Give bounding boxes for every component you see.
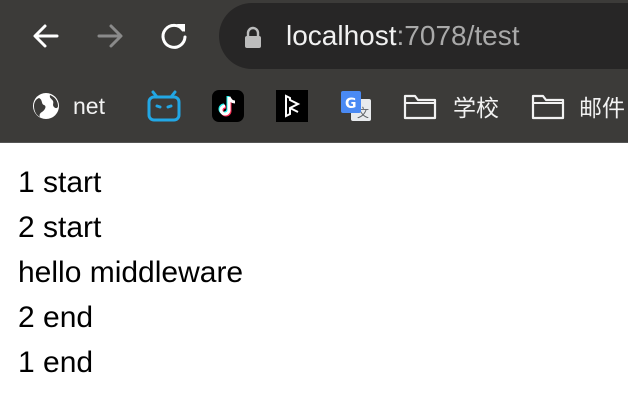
output-line: 2 start: [18, 211, 102, 244]
bookmark-label: 邮件: [579, 95, 625, 121]
reload-icon: [161, 23, 187, 49]
bookmark-label: 学校: [453, 95, 499, 121]
output-line: 2 end: [18, 301, 94, 334]
bookmark-folder-mail[interactable]: 邮件: [531, 90, 625, 122]
url-path: :7078/test: [396, 20, 520, 51]
toolbar-divider: [0, 142, 628, 143]
back-arrow-icon: [33, 24, 59, 48]
bookmarks-bar: net 文 G 学校 邮件: [0, 82, 628, 130]
lock-icon[interactable]: [243, 26, 263, 50]
output-line: 1 end: [18, 346, 94, 379]
output-line: 1 start: [18, 166, 102, 199]
bookmark-label: net: [73, 92, 105, 119]
tiktok-icon: [212, 90, 244, 122]
bookmark-tiktok[interactable]: [212, 90, 244, 122]
url-text[interactable]: localhost:7078/test: [286, 17, 520, 55]
bookmark-net[interactable]: net: [31, 90, 105, 122]
bookmark-folder-school[interactable]: 学校: [403, 90, 499, 122]
bookmark-google-translate[interactable]: 文 G: [339, 90, 373, 122]
bookmark-bilibili[interactable]: [147, 90, 181, 122]
folder-icon: [531, 94, 565, 120]
forward-arrow-icon: [97, 24, 123, 48]
back-button[interactable]: [24, 14, 68, 58]
output-line: hello middleware: [18, 256, 244, 289]
url-host: localhost: [286, 20, 397, 51]
address-bar[interactable]: localhost:7078/test: [219, 3, 628, 69]
browser-toolbar: localhost:7078/test net 文 G 学校 邮件: [0, 0, 628, 143]
bookmark-app[interactable]: [276, 90, 308, 122]
svg-text:G: G: [345, 96, 357, 112]
bilibili-icon: [147, 90, 181, 122]
page-content: 1 start 2 start hello middleware 2 end 1…: [18, 160, 243, 385]
google-translate-icon: 文 G: [341, 91, 371, 121]
folder-icon: [403, 94, 437, 120]
globe-icon: [33, 93, 59, 119]
forward-button[interactable]: [88, 14, 132, 58]
reload-button[interactable]: [152, 14, 196, 58]
app-bookmark-icon: [276, 90, 308, 122]
